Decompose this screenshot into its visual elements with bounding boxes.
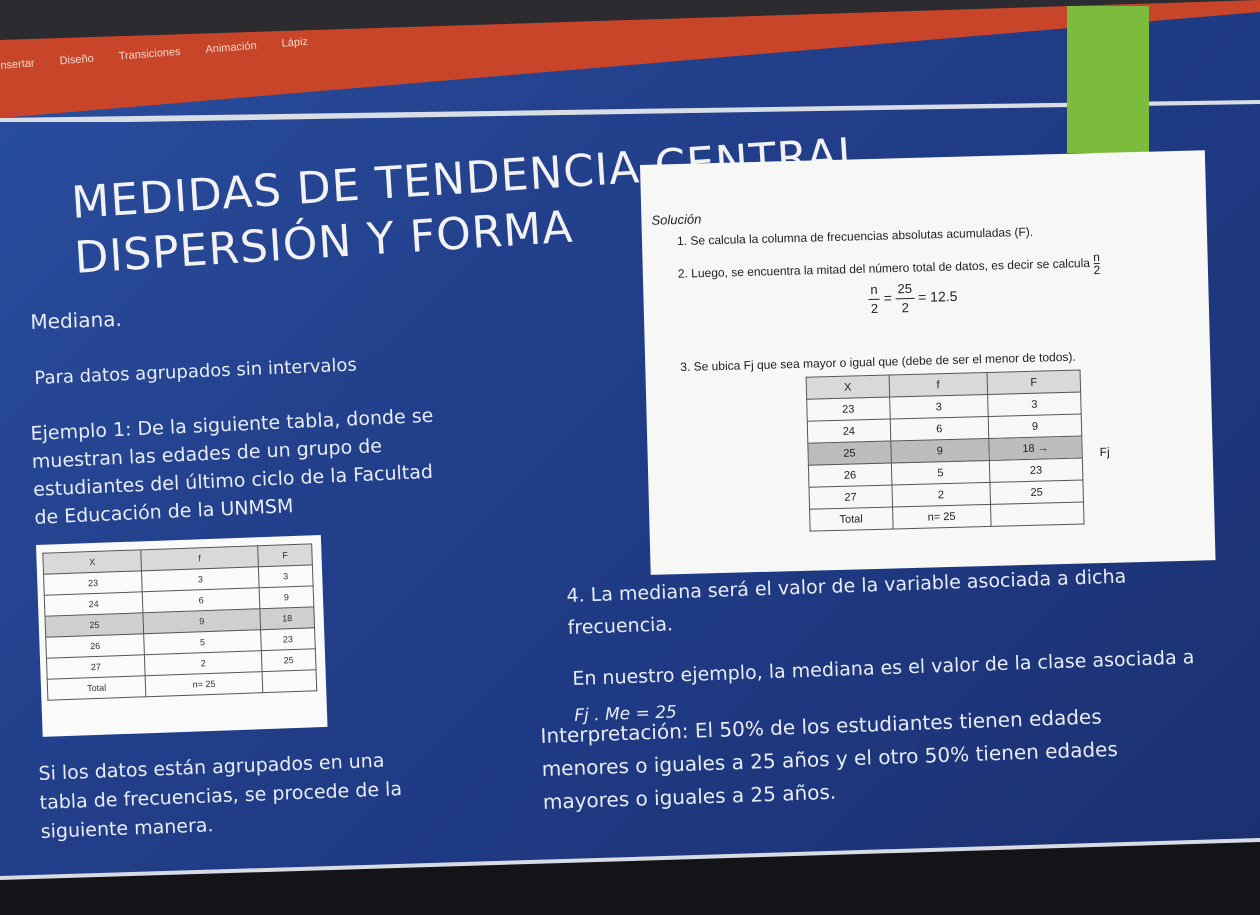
table-cell: 25 <box>807 441 892 466</box>
table-cell: 25 <box>261 648 317 672</box>
frequency-table: X f F 23 3 3 24 6 9 25 9 18 26 5 23 27 2… <box>42 543 317 701</box>
formula-result: = 12.5 <box>917 287 958 305</box>
table-header: f <box>888 372 988 398</box>
table-cell: 3 <box>258 564 314 588</box>
table-cell: n= 25 <box>145 671 263 697</box>
table-cell: 3 <box>889 394 989 420</box>
interpretation-text: Interpretación: El 50% de los estudiante… <box>540 700 1120 819</box>
formula-fraction-n: n 2 <box>868 280 880 318</box>
table-cell: 9 <box>988 414 1082 439</box>
fraction-numerator: 25 <box>895 279 915 300</box>
table-cell: 9 <box>890 438 990 464</box>
fraction-denominator: 2 <box>1093 262 1101 278</box>
table-cell: 18 <box>259 606 315 630</box>
tab-lapiz[interactable]: Lápiz <box>281 36 308 50</box>
equals-sign: = <box>883 289 893 306</box>
closing-text: Si los datos están agrupados en una tabl… <box>38 746 404 847</box>
table-cell: 25 <box>989 480 1084 505</box>
table-header: F <box>986 370 1081 395</box>
table-cell: 23 <box>989 458 1083 483</box>
fraction-numerator: n <box>868 280 880 301</box>
arrow-icon: → <box>1037 441 1049 455</box>
table-cell: Total <box>47 675 147 701</box>
example-text: Ejemplo 1: De la siguiente tabla, donde … <box>30 400 475 532</box>
table-cell: 23 <box>260 627 316 651</box>
median-position-formula: n 2 = 25 2 = 12.5 <box>868 279 958 318</box>
table-cell: 23 <box>806 397 890 422</box>
table-cell: 3 <box>987 392 1082 417</box>
table-cell-value: 18 <box>1022 442 1035 455</box>
solution-step-2-text: 2. Luego, se encuentra la mitad del núme… <box>677 255 1091 281</box>
solution-panel: Solución 1. Se calcula la columna de fre… <box>640 150 1216 575</box>
fraction-denominator: 2 <box>901 300 910 316</box>
fraction-denominator: 2 <box>870 300 879 317</box>
solution-step-1: 1. Se calcula la columna de frecuencias … <box>676 224 1034 249</box>
table-cell <box>990 502 1085 527</box>
table-cell: 24 <box>807 419 891 444</box>
table-cell: n= 25 <box>892 504 991 530</box>
formula-fraction-25: 25 2 <box>895 279 915 317</box>
table-cell: 9 <box>259 585 314 609</box>
solution-label: Solución <box>651 211 702 228</box>
table-cell-with-arrow: 18 → <box>988 436 1083 461</box>
table-cell: 27 <box>808 485 893 510</box>
table-cell <box>261 669 317 693</box>
fraction-n-over-2: n 2 <box>1093 250 1101 278</box>
table-cell: 6 <box>889 416 989 442</box>
section-heading: Mediana. <box>30 306 123 334</box>
frequency-table-panel: X f F 23 3 3 24 6 9 25 9 18 26 5 23 27 2… <box>36 535 328 737</box>
table-cell: 26 <box>808 463 892 488</box>
table-header: F <box>257 543 313 567</box>
table-cell: 5 <box>891 460 990 486</box>
decorative-green-block <box>1067 6 1149 153</box>
solution-frequency-table: X f F 23 3 3 24 6 9 25 9 18 → 26 5 23 27… <box>806 370 1085 532</box>
table-header: X <box>806 375 890 400</box>
fj-label: Fj <box>1099 444 1110 460</box>
table-cell: Total <box>809 507 893 532</box>
table-cell: 2 <box>891 482 991 508</box>
